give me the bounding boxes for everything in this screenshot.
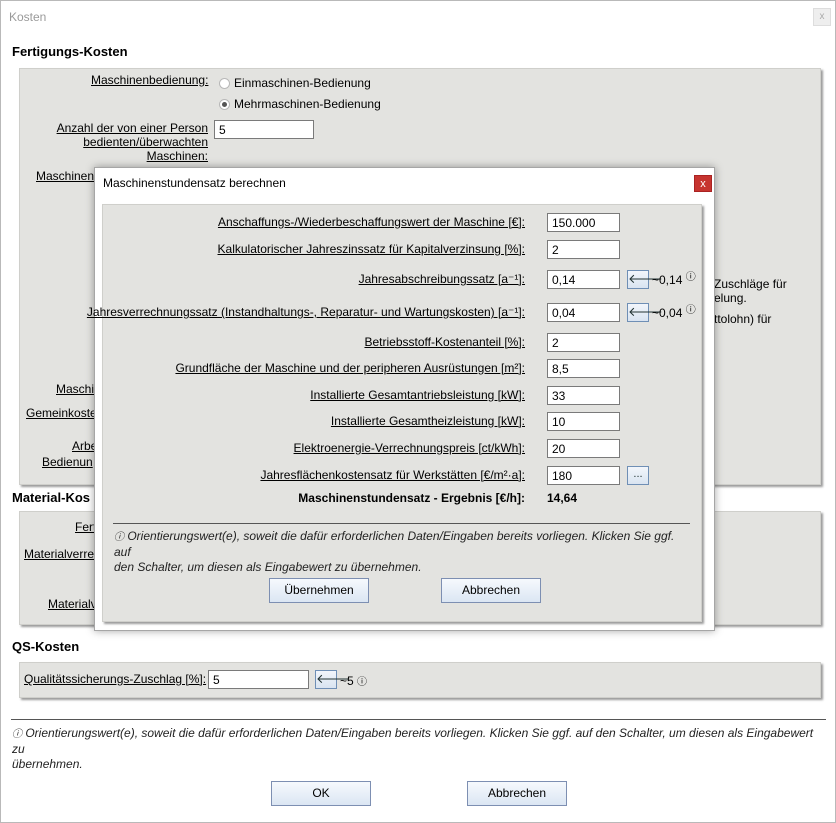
dialog-title: Maschinenstundensatz berechnen [103,176,286,190]
window-close-button[interactable]: x [813,8,831,26]
anzahl-input[interactable]: 5 [214,120,314,139]
cancel-button[interactable]: Abbrechen [467,781,567,806]
materialv-fragment: Materialv [48,597,97,611]
dialog-note-line2: den Schalter, um diesen als Eingabewert … [114,560,422,574]
radio-mehrmaschinen[interactable] [219,99,230,110]
betriebsstoff-label: Betriebsstoff-Kostenanteil [%]: [364,335,525,349]
ttolohn-fragment: ttolohn) für [714,312,772,326]
dialog-panel: Anschaffungs-/Wiederbeschaffungswert der… [87,204,702,622]
flaechenkostensatz-label: Jahresflächenkostensatz für Werkstätten … [260,468,525,482]
qs-label: Qualitätssicherungs-Zuschlag [%]: [24,672,207,686]
qs-hint-value: ~5 [340,674,354,688]
dialog-close-button[interactable]: x [694,175,712,192]
info-icon: ⓘ [357,677,368,688]
anzahl-label-line3: Maschinen: [146,149,208,163]
verrechnungssatz-apply-button[interactable]: 🡐 [627,303,663,322]
flaechenkostensatz-more-button[interactable]: ... [627,466,649,485]
jahreszinssatz-input[interactable]: 2 [547,240,620,259]
radio-mehrmaschinen-label: Mehrmaschinen-Bedienung [234,97,381,111]
info-icon: ⓘ [12,729,22,740]
radio-einmaschinen-label: Einmaschinen-Bedienung [234,76,371,90]
anschaffungswert-label: Anschaffungs-/Wiederbeschaffungswert der… [217,215,525,229]
materialverre-fragment: Materialverre [24,547,95,561]
dialog-cancel-button[interactable]: Abbrechen [441,578,541,603]
window-titlebar: Kosten x [1,1,835,32]
elektroenergie-label: Elektroenergie-Verrechnungspreis [ct/kWh… [293,441,525,455]
dialog-note-line1: Orientierungswert(e), soweit die dafür e… [114,529,675,559]
dialog-separator [113,523,690,524]
anzahl-label-line1: Anzahl der von einer Person [56,121,208,135]
anzahl-label: Anzahl der von einer Person bedienten/üb… [41,121,208,163]
abschreibungssatz-hint-value: ~0,14 [652,273,683,287]
footer-separator [11,719,826,720]
result-value: 14,64 [547,491,578,505]
maschinenbedienung-label: Maschinenbedienung: [91,73,209,87]
grundflaeche-label: Grundfläche der Maschine und der periphe… [175,361,525,375]
jahreszinssatz-label: Kalkulatorischer Jahreszinssatz für Kapi… [217,242,525,256]
maschinenstundensatz-dialog: Maschinenstundensatz berechnen x Anschaf… [87,167,715,631]
anzahl-label-line2: bedienten/überwachten [83,135,208,149]
bedienun-fragment: Bedienun [42,455,93,469]
elektroenergie-input[interactable]: 20 [547,439,620,458]
qs-apply-hint-button[interactable]: 🡐 [315,670,351,689]
info-icon: ⓘ [685,272,696,283]
qs-input[interactable]: 5 [208,670,309,689]
qs-header: QS-Kosten [12,639,80,654]
heizleistung-input[interactable]: 10 [547,412,620,431]
maschi-fragment: Maschi [56,382,95,396]
material-header: Material-Kos [12,490,91,505]
verrechnungssatz-input[interactable]: 0,04 [547,303,620,322]
verrechnungssatz-hint-value: ~0,04 [652,306,683,320]
flaechenkostensatz-input[interactable]: 180 [547,466,620,485]
abschreibungssatz-hint: ~0,14 ⓘ [652,272,696,287]
betriebsstoff-input[interactable]: 2 [547,333,620,352]
verrechnungssatz-hint: ~0,04 ⓘ [652,305,696,320]
heizleistung-label: Installierte Gesamtheizleistung [kW]: [330,414,525,428]
anschaffungswert-input[interactable]: 150.000 [547,213,620,232]
fertigung-header: Fertigungs-Kosten [12,44,128,59]
antriebsleistung-label: Installierte Gesamtantriebsleistung [kW]… [310,388,525,402]
antriebsleistung-input[interactable]: 33 [547,386,620,405]
radio-einmaschinen[interactable] [219,78,230,89]
ok-button[interactable]: OK [271,781,371,806]
abschreibungssatz-input[interactable]: 0,14 [547,270,620,289]
footer-note-line1: Orientierungswert(e), soweit die dafür e… [12,726,814,756]
qs-hint: ~5 ⓘ [340,673,367,688]
window-title: Kosten [9,10,47,24]
maschinens-fragment: Maschinens [36,169,101,183]
footer-note: ⓘ Orientierungswert(e), soweit die dafür… [12,726,822,772]
grundflaeche-input[interactable]: 8,5 [547,359,620,378]
dialog-note: ⓘ Orientierungswert(e), soweit die dafür… [114,529,694,575]
zuschlaege-fragment: Zuschläge für [714,277,787,291]
info-icon: ⓘ [114,532,124,543]
gemeinkoste-fragment: Gemeinkoste [26,406,97,420]
result-label: Maschinenstundensatz - Ergebnis [€/h]: [298,491,525,505]
abschreibungssatz-apply-button[interactable]: 🡐 [627,270,663,289]
footer-note-line2: übernehmen. [12,757,83,771]
abschreibungssatz-label: Jahresabschreibungssatz [a⁻¹]: [358,272,525,286]
verrechnungssatz-label: Jahresverrechnungssatz (Instandhaltungs-… [86,305,525,319]
info-icon: ⓘ [685,305,696,316]
apply-button[interactable]: Übernehmen [269,578,369,603]
elung-fragment: elung. [714,291,747,305]
